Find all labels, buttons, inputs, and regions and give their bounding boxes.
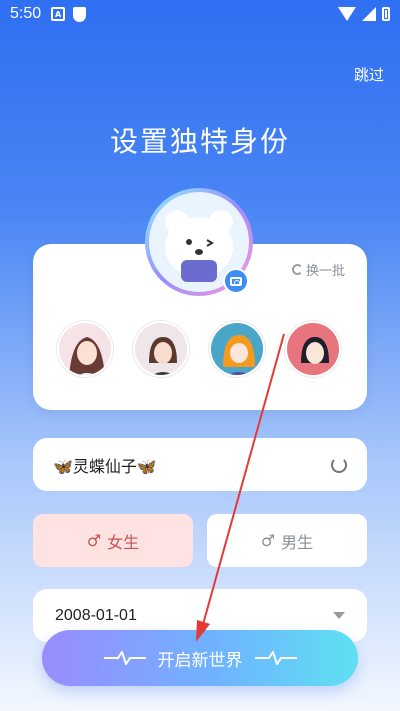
- avatar-girl-3-image: [211, 323, 263, 375]
- gender-female-button[interactable]: ♂ 女生: [33, 514, 193, 567]
- status-bar: 5:50 A: [0, 0, 400, 28]
- avatar-option-2[interactable]: [133, 321, 189, 377]
- app-notification-icon: A: [51, 7, 66, 21]
- refresh-icon[interactable]: [331, 456, 347, 473]
- wave-icon-right: [254, 651, 297, 665]
- wifi-icon: [338, 7, 356, 21]
- skip-button[interactable]: 跳过: [354, 64, 384, 85]
- birthday-value: 2008-01-01: [55, 606, 137, 624]
- avatar-girl-1-image: [59, 323, 111, 375]
- swap-label: 换一批: [305, 264, 345, 279]
- wave-icon-left: [103, 651, 146, 665]
- avatar-option-1[interactable]: [57, 321, 113, 377]
- swap-batch-button[interactable]: 换一批: [291, 260, 345, 279]
- dropdown-icon: [333, 612, 345, 619]
- page-title: 设置独特身份: [109, 125, 290, 158]
- status-time: 5:50: [10, 5, 42, 22]
- female-label: 女生: [107, 532, 140, 552]
- signal-icon: [362, 7, 376, 21]
- avatar-girl-2-image: [135, 323, 187, 375]
- gender-male-button[interactable]: ♂ 男生: [207, 514, 367, 567]
- shield-icon: [73, 6, 87, 22]
- avatar-option-4[interactable]: [285, 321, 341, 377]
- nickname-value: 🦋灵蝶仙子🦋: [53, 456, 157, 476]
- avatar-option-3[interactable]: [209, 321, 265, 377]
- male-label: 男生: [281, 532, 314, 552]
- battery-icon: [382, 7, 390, 21]
- camera-button[interactable]: [223, 268, 249, 294]
- camera-icon: [230, 276, 242, 286]
- swap-icon: [291, 264, 303, 275]
- start-button[interactable]: 开启新世界: [42, 630, 358, 686]
- start-label: 开启新世界: [157, 650, 243, 671]
- nickname-field[interactable]: 🦋灵蝶仙子🦋: [33, 438, 367, 491]
- avatar-options: [57, 321, 341, 377]
- avatar-girl-4-image: [287, 323, 339, 375]
- male-symbol-icon: ♂: [260, 531, 276, 550]
- female-symbol-icon: ♂: [86, 531, 102, 550]
